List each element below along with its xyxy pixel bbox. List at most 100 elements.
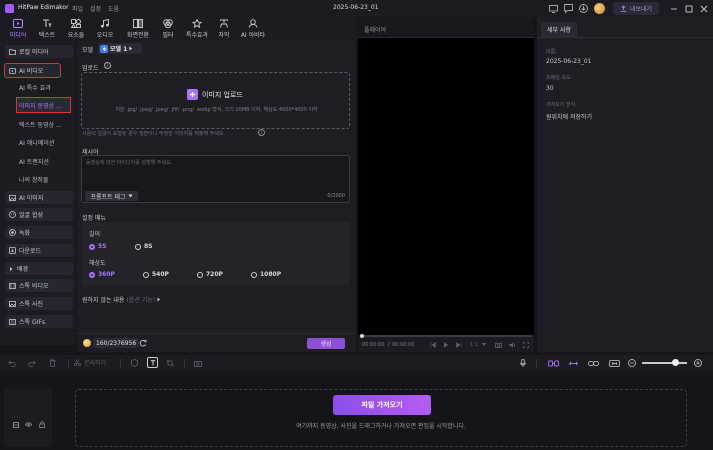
sidebar-item-ai-image[interactable]: AI 이미지: [5, 191, 73, 204]
zoom-slider-handle[interactable]: [672, 359, 679, 366]
monitor-icon[interactable]: [548, 3, 559, 14]
chain-icon[interactable]: [587, 358, 599, 368]
generate-button[interactable]: 생성: [307, 338, 345, 349]
info-icon[interactable]: i: [104, 62, 111, 69]
link-clips-icon[interactable]: [567, 358, 579, 368]
sidebar-item-stock-photo[interactable]: 스톡 사진: [5, 297, 73, 310]
tab-details[interactable]: 세부 사항: [541, 22, 577, 37]
sidebar-item-my-creations[interactable]: 나의 창작물: [19, 173, 49, 185]
image-upload-dropzone[interactable]: 이미지 업로드 지원 .jpg/ .jpeg/ .jpeg/ .jfif/ .p…: [81, 72, 350, 129]
sidebar-item-label: 나의 창작물: [19, 176, 49, 184]
zoom-slider-track[interactable]: [642, 362, 687, 364]
step-forward-icon[interactable]: [454, 340, 463, 349]
delete-icon[interactable]: [47, 358, 57, 368]
option-label: 1080P: [260, 271, 282, 278]
model-selector[interactable]: 모델 1: [98, 43, 142, 54]
model-label: 모델: [82, 47, 94, 54]
menu-file[interactable]: 파일: [72, 4, 83, 13]
refresh-icon[interactable]: [138, 338, 148, 348]
sidebar-item-ai-transition[interactable]: AI 트랜지션: [19, 155, 49, 167]
aspect-ratio[interactable]: 1:1: [470, 342, 478, 348]
sidebar-item-download[interactable]: 다운로드: [5, 244, 73, 257]
length-option-5s[interactable]: 5S: [89, 243, 107, 250]
zoom-in-icon[interactable]: [693, 358, 703, 368]
progress-handle[interactable]: [360, 334, 364, 338]
document-title: 2025-06-23_01: [333, 4, 379, 11]
track-settings-icon[interactable]: [11, 420, 20, 429]
text-tool-icon[interactable]: [147, 357, 158, 368]
resolution-option-540p[interactable]: 540P: [143, 271, 169, 278]
sidebar-item-stock-gifs[interactable]: 스톡 GIFs: [5, 315, 73, 328]
sidebar-item-ai-video[interactable]: AI 비디오: [4, 63, 61, 78]
eye-icon[interactable]: [24, 420, 33, 429]
tab-filter[interactable]: 필터: [154, 19, 182, 39]
sidebar-item-local-media[interactable]: 로컬 미디어: [5, 45, 73, 58]
microphone-icon[interactable]: [518, 358, 528, 368]
tab-media[interactable]: 미디어: [4, 19, 32, 39]
radio-icon: [135, 243, 141, 250]
export-button[interactable]: 내보내기: [613, 2, 659, 15]
sidebar-item-stock-video[interactable]: 스톡 비디오: [5, 279, 73, 292]
avatar[interactable]: [594, 3, 605, 14]
tab-text[interactable]: 텍스트: [33, 19, 61, 39]
play-icon[interactable]: [441, 340, 450, 349]
message-icon[interactable]: [563, 3, 574, 14]
chevron-right-icon: [157, 297, 161, 302]
download-icon[interactable]: [578, 3, 589, 14]
info-icon[interactable]: i: [258, 129, 265, 136]
sidebar-item-background[interactable]: 배경: [5, 262, 73, 275]
sidebar-item-image-to-video[interactable]: 이미지 동영상 ...: [16, 97, 71, 113]
split-button[interactable]: 분리하기: [74, 358, 106, 367]
minimize-icon[interactable]: [668, 3, 679, 14]
sidebar-item-record[interactable]: 녹화: [5, 226, 73, 239]
snapshot-icon[interactable]: [193, 358, 203, 368]
radio-icon: [89, 243, 95, 250]
resolution-option-1080p[interactable]: 1080P: [251, 271, 281, 278]
maximize-icon[interactable]: [683, 3, 694, 14]
fit-timeline-icon[interactable]: [608, 358, 620, 368]
sidebar-item-label: 얼굴 합성: [19, 212, 43, 219]
tab-audio[interactable]: 오디오: [91, 19, 119, 39]
volume-icon[interactable]: [508, 340, 517, 349]
gif-icon: [9, 318, 16, 325]
unwanted-content-toggle[interactable]: 원하지 않는 내용 (옵션 기능): [82, 295, 161, 304]
zoom-out-icon[interactable]: [627, 358, 637, 368]
sidebar-item-text-to-video[interactable]: 텍스트 동영상 ...: [19, 118, 62, 130]
tab-transition[interactable]: 화면전환: [122, 19, 154, 39]
timeline-dropzone[interactable]: 파일 가져오기 여기까지 동영상, 사진을 드래그하거나 가져오면 편집을 시작…: [75, 389, 687, 447]
video-preview[interactable]: [358, 38, 534, 335]
image-upload-button[interactable]: 이미지 업로드: [187, 89, 243, 100]
lock-icon[interactable]: [37, 420, 46, 429]
length-option-8s[interactable]: 8S: [135, 243, 153, 250]
tab-elements[interactable]: 요소들: [62, 19, 90, 39]
fullscreen-icon[interactable]: [521, 340, 530, 349]
tab-effects[interactable]: 특수효과: [181, 19, 213, 39]
step-back-icon[interactable]: [428, 340, 437, 349]
shield-icon[interactable]: [129, 358, 139, 368]
magnet-snap-icon[interactable]: [547, 358, 559, 368]
sidebar-item-ai-animation[interactable]: AI 애니메이션: [19, 136, 54, 148]
sidebar-item-ai-effects[interactable]: AI 특수 효과: [19, 81, 51, 93]
progress-track[interactable]: [360, 335, 532, 337]
chevron-down-icon[interactable]: [480, 340, 488, 349]
undo-icon[interactable]: [7, 358, 17, 368]
sidebar-item-label: 스톡 GIFs: [19, 319, 45, 326]
close-icon[interactable]: [698, 3, 709, 14]
redo-icon[interactable]: [27, 358, 37, 368]
sidebar-item-label: 스톡 비디오: [19, 283, 49, 290]
tab-subtitle[interactable]: 자막: [210, 19, 238, 39]
camera-icon[interactable]: [494, 340, 503, 349]
option-label: 8S: [144, 243, 153, 250]
import-files-button[interactable]: 파일 가져오기: [333, 395, 431, 415]
prompt-tag-button[interactable]: 프롬프트 태그: [85, 191, 138, 201]
tab-ai-avatar[interactable]: AI 아바타: [236, 19, 270, 39]
resolution-option-360p[interactable]: 360P: [89, 271, 115, 278]
prompt-textarea[interactable]: 동영상에 대한 아이디어를 설명해 주세요. 프롬프트 태그 0/2000: [81, 155, 350, 203]
tab-elements-label: 요소들: [67, 32, 85, 39]
resolution-label: 해상도: [89, 260, 106, 267]
sidebar-item-face-swap[interactable]: 얼굴 합성: [5, 208, 73, 221]
menu-help[interactable]: 도움: [108, 4, 119, 13]
menu-settings[interactable]: 설정: [90, 4, 101, 13]
crop-icon[interactable]: [165, 358, 175, 368]
resolution-option-720p[interactable]: 720P: [197, 271, 223, 278]
